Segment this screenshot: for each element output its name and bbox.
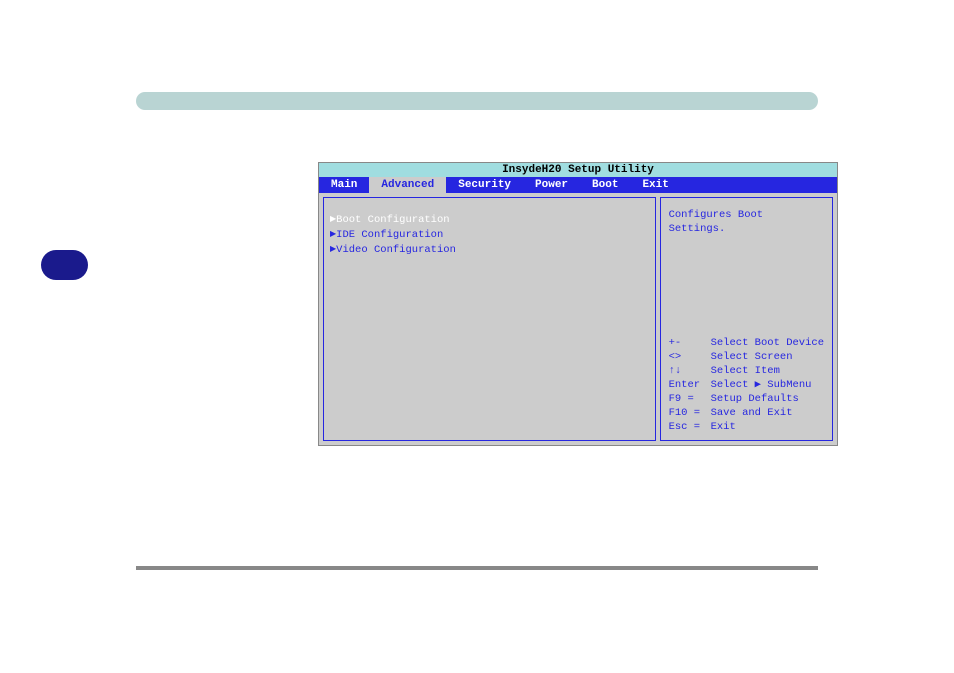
key-hint-row: ↑↓Select Item [669,364,824,378]
help-line: Settings. [669,222,824,236]
bios-left-panel: ▶Boot Configuration ▶IDE Configuration ▶… [323,197,656,441]
menu-entry-ide-config[interactable]: ▶IDE Configuration [330,227,649,242]
key-desc: Setup Defaults [711,392,799,406]
tab-security[interactable]: Security [446,177,523,193]
tab-power[interactable]: Power [523,177,580,193]
key-key: <> [669,350,711,364]
bios-body: ▶Boot Configuration ▶IDE Configuration ▶… [319,193,837,445]
bios-right-panel: Configures Boot Settings. +-Select Boot … [660,197,833,441]
tab-advanced[interactable]: Advanced [369,177,446,193]
tab-main[interactable]: Main [319,177,369,193]
menu-entry-video-config[interactable]: ▶Video Configuration [330,242,649,257]
key-hints: +-Select Boot Device <>Select Screen ↑↓S… [669,336,824,434]
key-desc: Select Boot Device [711,336,824,350]
key-hint-row: F10 =Save and Exit [669,406,824,420]
tab-boot[interactable]: Boot [580,177,630,193]
bios-setup-window: InsydeH20 Setup Utility Main Advanced Se… [318,162,838,446]
key-desc: Select Screen [711,350,793,364]
key-key: F10 = [669,406,711,420]
key-desc: Exit [711,420,736,434]
key-hint-row: +-Select Boot Device [669,336,824,350]
help-text: Configures Boot Settings. [669,208,824,236]
key-hint-row: EnterSelect ▶ SubMenu [669,378,824,392]
menu-label: IDE Configuration [336,229,443,241]
key-hint-row: F9 =Setup Defaults [669,392,824,406]
key-key: Esc = [669,420,711,434]
key-hint-row: Esc =Exit [669,420,824,434]
help-line: Configures Boot [669,208,824,222]
key-key: ↑↓ [669,364,711,378]
key-desc: Save and Exit [711,406,793,420]
bios-title: InsydeH20 Setup Utility [319,163,837,177]
key-hint-row: <>Select Screen [669,350,824,364]
tab-exit[interactable]: Exit [630,177,680,193]
menu-entry-boot-config[interactable]: ▶Boot Configuration [330,212,649,227]
blue-pill-decoration [41,250,88,280]
menu-label: Video Configuration [336,243,456,255]
bios-tab-bar: Main Advanced Security Power Boot Exit [319,177,837,193]
menu-label: Boot Configuration [336,214,449,226]
key-desc: Select ▶ SubMenu [711,378,812,392]
top-rounded-bar [136,92,818,110]
bottom-divider [136,566,818,570]
key-key: +- [669,336,711,350]
key-key: Enter [669,378,711,392]
key-key: F9 = [669,392,711,406]
key-desc: Select Item [711,364,780,378]
